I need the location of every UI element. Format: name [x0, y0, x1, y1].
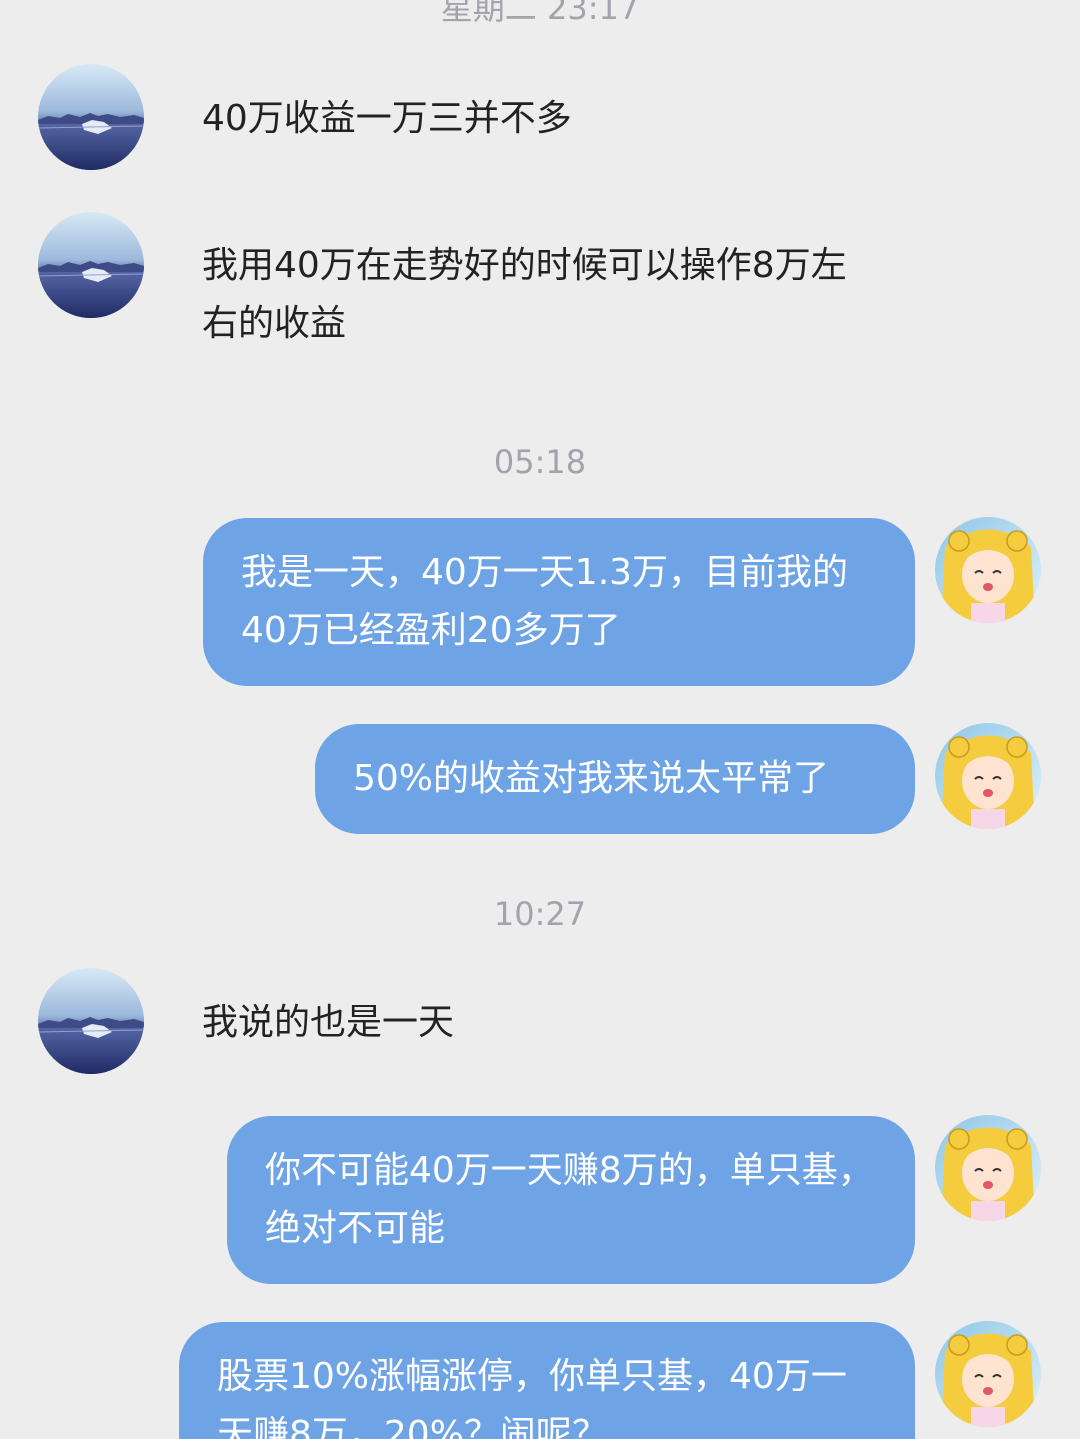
- my-avatar[interactable]: [935, 517, 1041, 623]
- timestamp: 10:27: [493, 895, 587, 933]
- incoming-message[interactable]: 我用40万在走势好的时候可以操作8万左右的收益: [202, 237, 862, 353]
- contact-avatar[interactable]: [38, 64, 144, 170]
- my-avatar[interactable]: [935, 1115, 1041, 1221]
- cartoon-girl-avatar-icon: [935, 517, 1041, 623]
- cartoon-girl-avatar-icon: [935, 723, 1041, 829]
- contact-avatar[interactable]: [38, 968, 144, 1074]
- timestamp: 星期二 23:17: [440, 0, 640, 27]
- timestamp: 05:18: [493, 443, 587, 481]
- outgoing-message-bubble[interactable]: 50%的收益对我来说太平常了: [315, 724, 915, 834]
- my-avatar[interactable]: [935, 723, 1041, 829]
- outgoing-message-bubble[interactable]: 你不可能40万一天赚8万的，单只基，绝对不可能: [227, 1116, 915, 1284]
- cartoon-girl-avatar-icon: [935, 1321, 1041, 1427]
- chat-window[interactable]: 星期二 23:17 40万收益一万三并不多 我用40万在走势好的时候可以操作8万…: [0, 0, 1080, 1439]
- my-avatar[interactable]: [935, 1321, 1041, 1427]
- contact-avatar[interactable]: [38, 212, 144, 318]
- seaside-city-avatar-icon: [38, 968, 144, 1074]
- incoming-message[interactable]: 40万收益一万三并不多: [202, 90, 572, 148]
- incoming-message[interactable]: 我说的也是一天: [202, 994, 454, 1052]
- outgoing-message-bubble[interactable]: 我是一天，40万一天1.3万，目前我的40万已经盈利20多万了: [203, 518, 915, 686]
- seaside-city-avatar-icon: [38, 64, 144, 170]
- cartoon-girl-avatar-icon: [935, 1115, 1041, 1221]
- outgoing-message-bubble[interactable]: 股票10%涨幅涨停，你单只基，40万一天赚8万，20%？闹呢？: [179, 1322, 915, 1439]
- seaside-city-avatar-icon: [38, 212, 144, 318]
